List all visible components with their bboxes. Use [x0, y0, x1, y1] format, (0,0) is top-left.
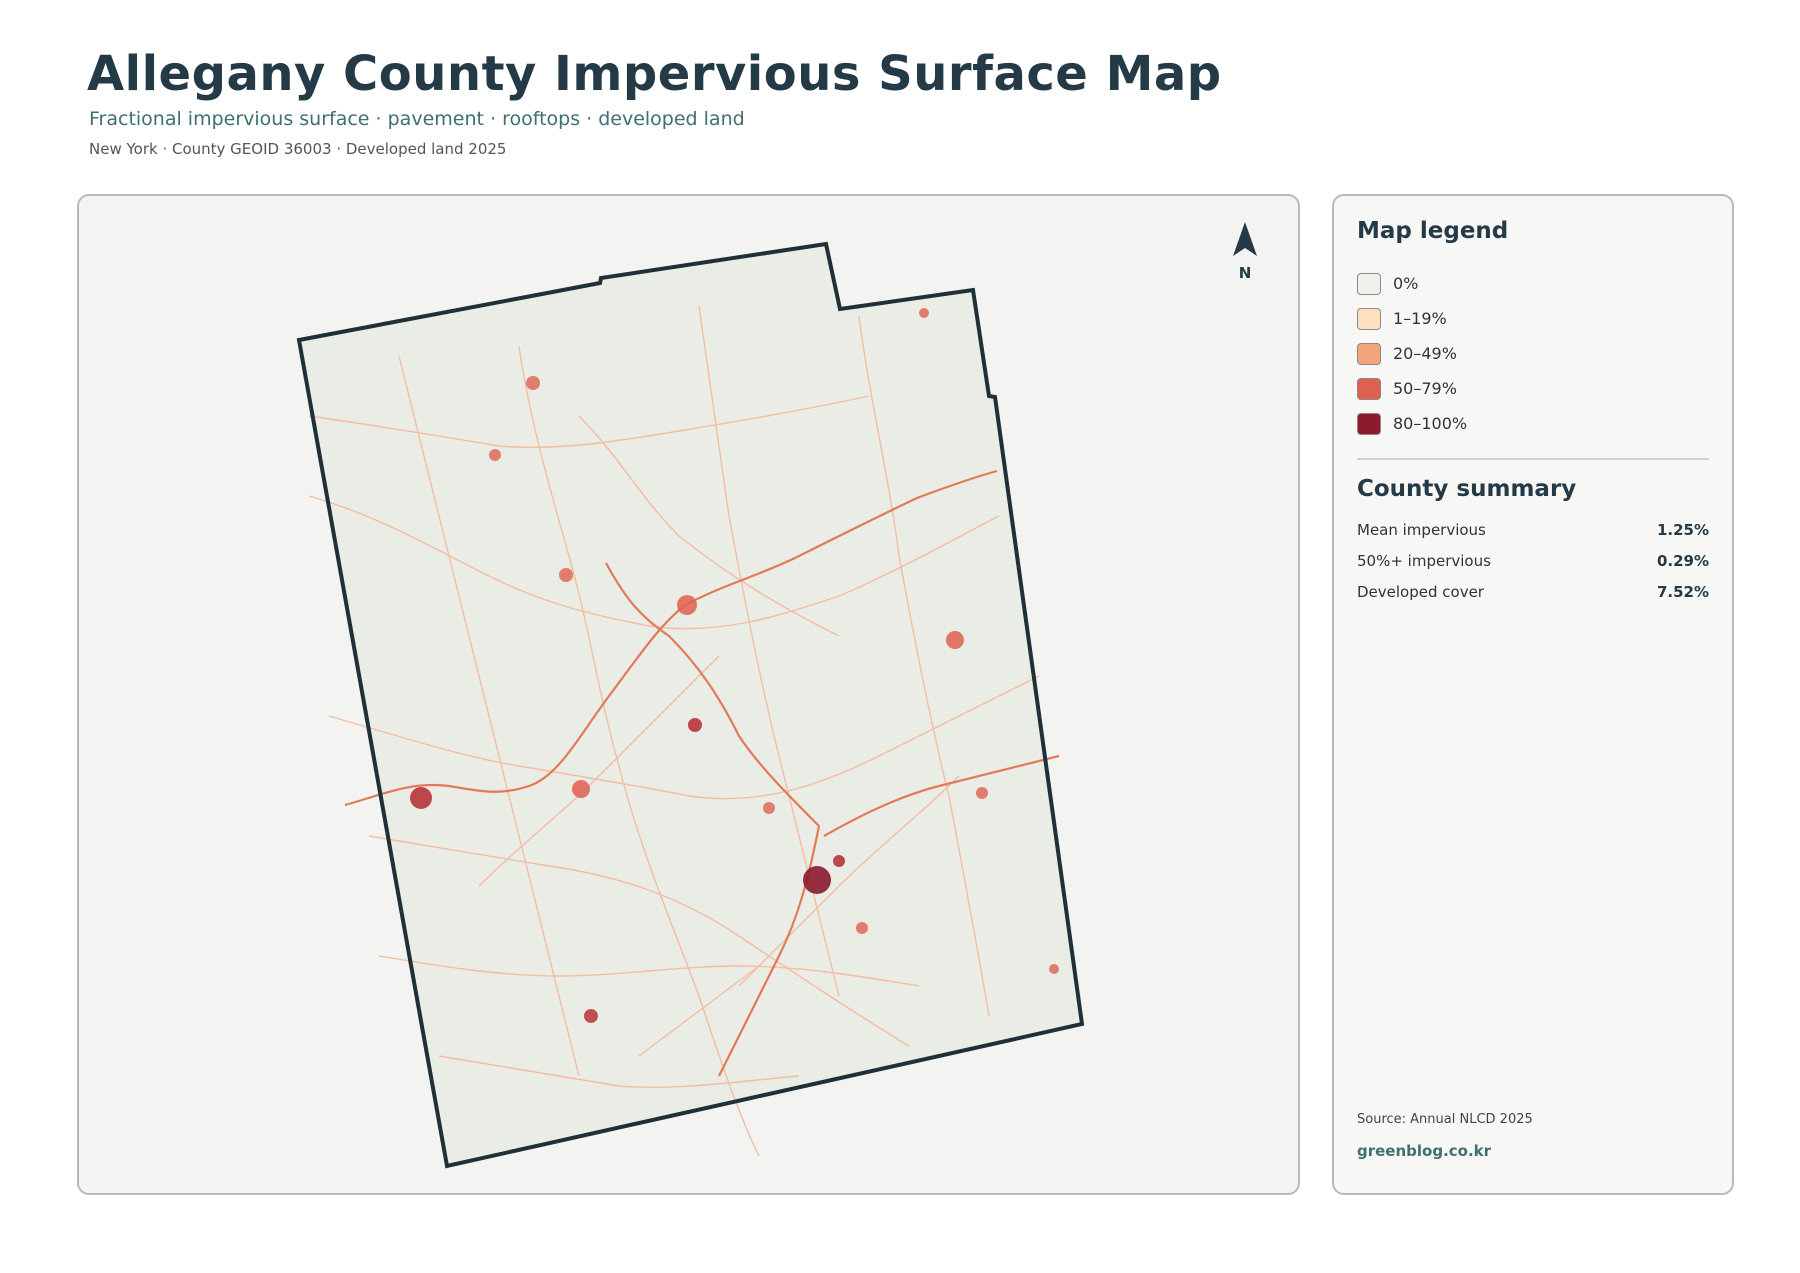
legend-item: 20–49%: [1357, 336, 1467, 371]
summary-label: 50%+ impervious: [1357, 551, 1491, 570]
legend-divider: [1357, 458, 1709, 460]
summary-table: Mean impervious 1.25% 50%+ impervious 0.…: [1357, 514, 1709, 607]
page-meta: New York · County GEOID 36003 · Develope…: [89, 140, 507, 158]
legend-label: 0%: [1393, 274, 1419, 293]
legend-label: 50–79%: [1393, 379, 1457, 398]
page-subtitle: Fractional impervious surface · pavement…: [89, 108, 745, 130]
summary-title: County summary: [1357, 476, 1577, 502]
summary-row: 50%+ impervious 0.29%: [1357, 545, 1709, 576]
legend-label: 80–100%: [1393, 414, 1468, 433]
north-label: N: [1238, 264, 1252, 282]
legend-swatch: [1357, 272, 1381, 295]
legend-label: 20–49%: [1393, 344, 1457, 363]
map-panel[interactable]: [77, 194, 1300, 1195]
legend-item: 0%: [1357, 266, 1467, 301]
summary-value: 0.29%: [1656, 551, 1709, 570]
legend-panel: Map legend 0% 1–19% 20–49% 50–79% 80–100…: [1332, 194, 1734, 1195]
north-arrow-icon: [1233, 222, 1257, 256]
summary-row: Developed cover 7.52%: [1357, 576, 1709, 607]
summary-label: Mean impervious: [1357, 520, 1486, 539]
summary-label: Developed cover: [1357, 582, 1484, 601]
legend-item: 50–79%: [1357, 371, 1467, 406]
north-arrow: N: [1225, 222, 1265, 282]
legend-swatch: [1357, 377, 1381, 400]
legend-items: 0% 1–19% 20–49% 50–79% 80–100%: [1357, 266, 1467, 441]
legend-item: 80–100%: [1357, 406, 1467, 441]
source-note: Source: Annual NLCD 2025: [1357, 1112, 1533, 1127]
summary-value: 7.52%: [1656, 582, 1709, 601]
summary-value: 1.25%: [1656, 520, 1709, 539]
county-fill: [299, 244, 1082, 1166]
page-title: Allegany County Impervious Surface Map: [87, 46, 1222, 102]
legend-item: 1–19%: [1357, 301, 1467, 336]
map-canvas[interactable]: [79, 196, 1300, 1195]
legend-swatch: [1357, 307, 1381, 330]
summary-row: Mean impervious 1.25%: [1357, 514, 1709, 545]
legend-swatch: [1357, 412, 1381, 435]
legend-title: Map legend: [1357, 218, 1509, 244]
legend-label: 1–19%: [1393, 309, 1447, 328]
legend-swatch: [1357, 342, 1381, 365]
brand-link[interactable]: greenblog.co.kr: [1357, 1142, 1491, 1160]
